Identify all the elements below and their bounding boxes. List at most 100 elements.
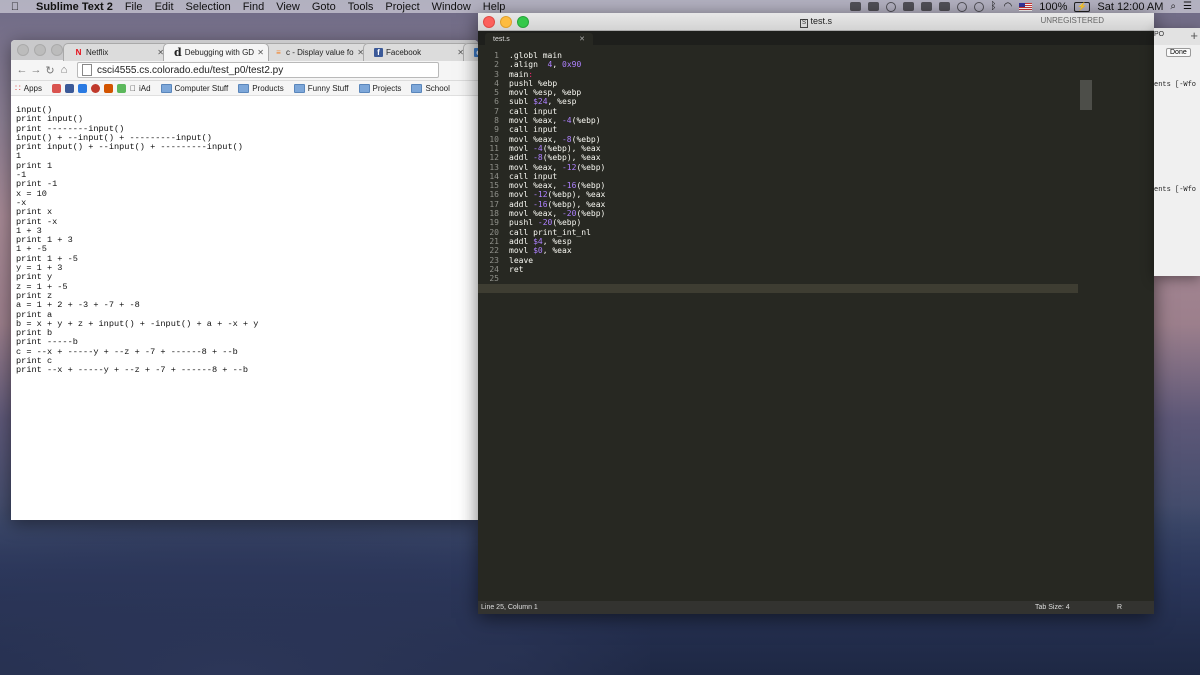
minimap[interactable]: [1080, 80, 1092, 110]
tab-label: c - Display value fo: [286, 48, 354, 57]
menu-selection[interactable]: Selection: [180, 1, 237, 13]
menu-goto[interactable]: Goto: [306, 1, 342, 13]
back-icon[interactable]: ←: [15, 64, 29, 76]
code-line: .globl main: [509, 51, 562, 60]
forward-icon[interactable]: →: [29, 64, 43, 76]
bookmark-facebook-icon[interactable]: [64, 83, 74, 93]
bookmark-folder[interactable]: Funny Stuff: [293, 83, 349, 93]
tab-size-setting[interactable]: Tab Size: 4: [1035, 604, 1070, 611]
bookmark-label: Apps: [23, 83, 42, 93]
code-line: movl -12(%ebp), %eax: [509, 190, 606, 200]
line-number: 8: [494, 116, 499, 126]
code-line: addl -8(%ebp), %eax: [509, 153, 601, 163]
bookmark-orange-icon[interactable]: [103, 83, 113, 93]
page-content-text: input() print input() print --------inpu…: [16, 105, 259, 376]
code-line: call input: [509, 125, 558, 135]
line-number: 15: [489, 181, 499, 191]
notification-center-icon[interactable]: ☰: [1183, 1, 1192, 12]
reload-icon[interactable]: ↻: [43, 64, 57, 77]
menu-project[interactable]: Project: [379, 1, 425, 13]
menu-window[interactable]: Window: [426, 1, 477, 13]
bookmark-folder[interactable]: School: [411, 83, 450, 93]
line-number: 23: [489, 255, 499, 265]
folder-icon: [411, 83, 423, 93]
code-line: addl -16(%ebp), %eax: [509, 199, 606, 209]
window-controls: [17, 44, 63, 56]
menu-view[interactable]: View: [270, 1, 306, 13]
clock[interactable]: Sat 12:00 AM: [1097, 1, 1163, 13]
airplay-icon[interactable]: [938, 2, 950, 11]
netflix-icon: N: [75, 48, 82, 57]
tab-c-display[interactable]: ≡ c - Display value fo ✕: [263, 43, 369, 61]
battery-icon[interactable]: ⚡: [1074, 1, 1091, 12]
menu-file[interactable]: File: [119, 1, 149, 13]
bookmark-iad[interactable]:  iAd: [130, 84, 151, 93]
home-icon[interactable]: ⌂: [57, 64, 71, 76]
menu-find[interactable]: Find: [237, 1, 270, 13]
menu-edit[interactable]: Edit: [149, 1, 180, 13]
line-number: 2: [494, 60, 499, 70]
menu-tools[interactable]: Tools: [342, 1, 380, 13]
folder-icon: [358, 83, 370, 93]
bookmark-circle-icon[interactable]: [90, 83, 100, 93]
line-number: 21: [489, 236, 499, 246]
status-bar: Line 25, Column 1 Tab Size: 4 R: [478, 601, 1154, 614]
line-number: 17: [489, 199, 499, 209]
bookmark-label: Projects: [366, 83, 402, 93]
add-icon[interactable]: +: [1190, 28, 1198, 43]
menu-app-name[interactable]: Sublime Text 2: [30, 1, 119, 13]
bluetooth-icon[interactable]: ᛒ: [991, 1, 997, 12]
address-bar[interactable]: csci4555.cs.colorado.edu/test_p0/test2.p…: [77, 62, 439, 78]
syntax-setting[interactable]: R: [1117, 604, 1122, 611]
battery-percent[interactable]: 100%: [1039, 1, 1067, 13]
file-icon: S: [799, 19, 808, 28]
zoom-window-button[interactable]: [51, 44, 63, 56]
menu-help[interactable]: Help: [477, 1, 512, 13]
time-machine-icon[interactable]: [956, 1, 967, 12]
code-line: movl %esp, %ebp: [509, 88, 582, 98]
bookmark-blue-icon[interactable]: [77, 83, 87, 93]
editor-area[interactable]: 1 2 3 4 5 6 7 8 9 10 11 12 13 14 15 16 17 18 19 20 21 22 23 24 2…: [478, 44, 1154, 601]
bookmark-label: Computer Stuff: [168, 83, 229, 93]
tab-strip: N Netflix ✕ d Debugging with GD ✕ ≡ c - …: [11, 40, 478, 61]
spotlight-icon[interactable]: ⌕: [1170, 1, 1176, 12]
url-text: csci4555.cs.colorado.edu/test_p0/test2.p…: [97, 64, 284, 76]
bookmark-apps[interactable]: ∷ Apps: [15, 83, 42, 94]
input-source-flag-icon[interactable]: [1019, 2, 1033, 11]
code-line: main:: [509, 69, 534, 79]
bookmark-green-icon[interactable]: [116, 83, 126, 93]
close-tab-icon[interactable]: ✕: [579, 35, 585, 43]
dropbox-icon[interactable]: [849, 2, 861, 11]
tab-en[interactable]: e En: [463, 43, 478, 61]
bookmark-folder[interactable]: Projects: [358, 83, 402, 93]
close-tab-icon[interactable]: ✕: [257, 48, 264, 57]
line-number: 14: [489, 171, 499, 181]
sync-icon[interactable]: [973, 1, 984, 12]
tab-netflix[interactable]: N Netflix ✕: [63, 43, 169, 61]
sublime-titlebar: S test.s UNREGISTERED: [478, 13, 1154, 31]
close-window-button[interactable]: [17, 44, 29, 56]
tab-label: Facebook: [386, 48, 422, 57]
bookmarks-bar: ∷ Apps  iAd Computer Stuff Products Fun…: [11, 81, 478, 96]
bookmark-red-icon[interactable]: [51, 83, 61, 93]
tray-s-icon[interactable]: [867, 2, 879, 11]
done-button[interactable]: Done: [1166, 48, 1191, 57]
tray-circle-icon[interactable]: [885, 1, 896, 12]
sublime-tabbar: test.s ✕: [478, 31, 1154, 45]
line-number-gutter: 1 2 3 4 5 6 7 8 9 10 11 12 13 14 15 16 17 18 19 20 21 22 23 24 2…: [478, 51, 499, 283]
code-text[interactable]: .globl main .align 4, 0x90 main: pushl %ebp…: [509, 51, 605, 283]
notification-icon[interactable]: [920, 2, 932, 11]
tab-facebook[interactable]: f Facebook ✕: [363, 43, 469, 61]
apps-grid-icon: ∷: [15, 82, 21, 93]
tab-debugging[interactable]: d Debugging with GD ✕: [163, 43, 269, 61]
wifi-icon[interactable]: ◠: [1004, 1, 1013, 12]
apple-icon[interactable]: : [0, 1, 30, 13]
bookmark-folder[interactable]: Computer Stuff: [160, 83, 229, 93]
line-number: 6: [494, 97, 499, 107]
chrome-window: N Netflix ✕ d Debugging with GD ✕ ≡ c - …: [11, 40, 478, 520]
evernote-icon[interactable]: [902, 2, 914, 11]
bookmark-folder[interactable]: Products: [238, 83, 284, 93]
bookmark-label: Products: [246, 83, 284, 93]
minimize-window-button[interactable]: [34, 44, 46, 56]
folder-icon: [238, 83, 250, 93]
